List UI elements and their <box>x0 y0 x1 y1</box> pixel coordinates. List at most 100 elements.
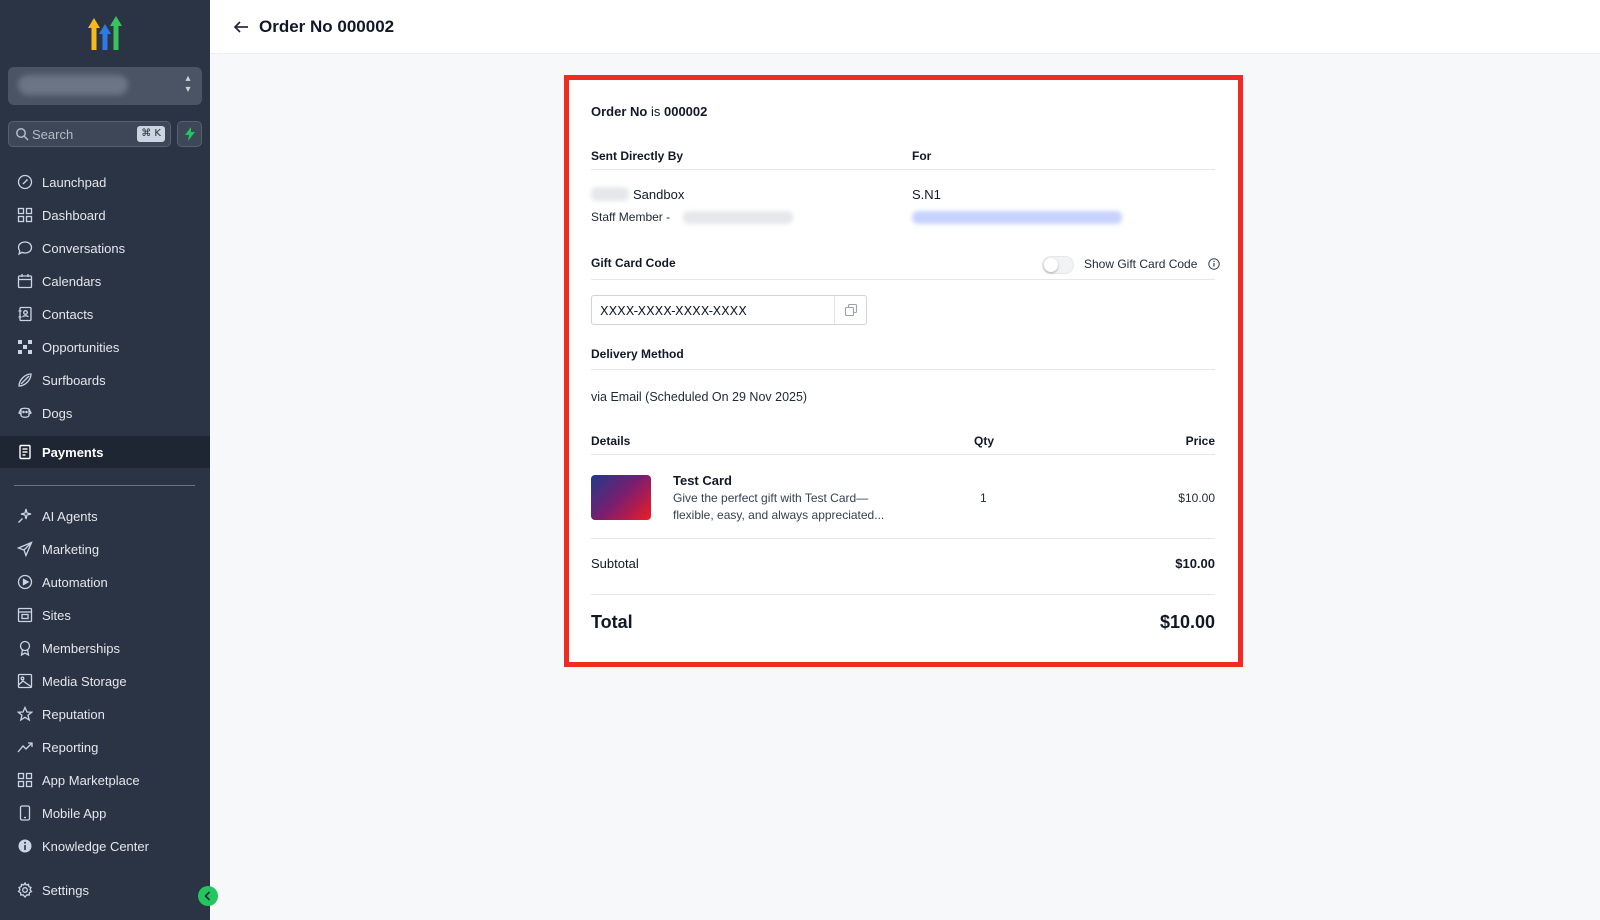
total-label: Total <box>591 612 633 632</box>
rocket-icon <box>16 173 34 191</box>
sidebar-item-label: Payments <box>42 444 104 460</box>
info-circle-icon[interactable] <box>1208 258 1220 270</box>
sidebar-item-label: Marketing <box>42 541 100 557</box>
sidebar-item-launchpad[interactable]: Launchpad <box>0 166 210 198</box>
sidebar-item-ai-agents[interactable]: AI Agents <box>0 500 210 532</box>
sidebar-item-label: Knowledge Center <box>42 838 149 854</box>
sent-by-label: Sent Directly By <box>591 149 684 163</box>
item-price: $10.00 <box>1178 491 1215 505</box>
sidebar-divider <box>14 485 195 486</box>
show-gift-card-code-toggle[interactable] <box>1042 256 1074 274</box>
staff-member-blurred <box>683 211 793 224</box>
send-icon <box>16 540 34 558</box>
account-switcher[interactable]: ▴ ▾ <box>8 67 202 105</box>
chevron-updown-icon: ▴ ▾ <box>185 73 191 95</box>
sidebar-item-label: Media Storage <box>42 673 127 689</box>
for-label: For <box>912 149 932 163</box>
sidebar-item-contacts[interactable]: Contacts <box>0 298 210 330</box>
sidebar-item-surfboards[interactable]: Surfboards <box>0 364 210 396</box>
sidebar-item-conversations[interactable]: Conversations <box>0 232 210 264</box>
sites-icon <box>16 606 34 624</box>
receipt-icon <box>16 443 34 461</box>
gift-card-thumbnail <box>591 475 651 520</box>
page-title: Order No 000002 <box>259 17 395 36</box>
subtotal-label: Subtotal <box>591 556 639 571</box>
sidebar-item-label: Mobile App <box>42 805 107 821</box>
sidebar-item-label: Dashboard <box>42 207 106 223</box>
page-header: Order No 000002 <box>210 0 1600 54</box>
sidebar-item-label: Automation <box>42 574 108 590</box>
quick-action-button[interactable] <box>177 121 202 147</box>
sidebar-item-calendars[interactable]: Calendars <box>0 265 210 297</box>
dog-icon <box>16 404 34 422</box>
surfboard-icon <box>16 371 34 389</box>
sidebar-item-label: Calendars <box>42 273 102 289</box>
sidebar-item-dogs[interactable]: Dogs <box>0 397 210 429</box>
qty-column-header: Qty <box>974 434 995 448</box>
search-shortcut: ⌘ K <box>137 126 165 142</box>
sender-name: Sandbox <box>633 187 685 202</box>
order-number: 000002 <box>663 104 708 119</box>
image-icon <box>16 672 34 690</box>
search-input[interactable]: Search ⌘ K <box>8 121 171 147</box>
back-arrow-icon[interactable] <box>232 17 252 37</box>
copy-icon <box>844 303 857 317</box>
gift-card-code-value: XXXX-XXXX-XXXX-XXXX <box>600 303 747 318</box>
sidebar-item-label: Sites <box>42 607 71 623</box>
subtotal-value: $10.00 <box>1175 556 1215 571</box>
order-is: is <box>650 104 661 119</box>
sidebar-item-label: Opportunities <box>42 339 120 355</box>
order-prefix: Order No <box>591 104 648 119</box>
total-value: $10.00 <box>1159 612 1215 632</box>
sidebar-item-reporting[interactable]: Reporting <box>0 731 210 763</box>
order-card: Order No is 000002 Sent Directly By For … <box>569 80 1238 662</box>
chevron-left-icon <box>204 891 211 901</box>
account-name-blurred <box>18 75 128 95</box>
sidebar-item-label: Settings <box>42 882 89 898</box>
search-icon <box>16 128 29 141</box>
item-description-line-2: flexible, easy, and always appreciated..… <box>673 508 885 522</box>
sidebar-item-label: Reputation <box>42 706 105 722</box>
sidebar-item-label: Reporting <box>42 739 99 755</box>
sidebar-item-sites[interactable]: Sites <box>0 599 210 631</box>
sidebar-item-opportunities[interactable]: Opportunities <box>0 331 210 363</box>
lightning-icon <box>185 127 195 141</box>
copy-button[interactable] <box>834 296 866 324</box>
divider <box>591 279 1215 280</box>
sidebar-item-payments[interactable]: Payments <box>0 436 210 468</box>
delivery-method-label: Delivery Method <box>591 347 684 361</box>
show-gift-card-code-label: Show Gift Card Code <box>1084 257 1198 271</box>
sidebar-item-reputation[interactable]: Reputation <box>0 698 210 730</box>
app-logo[interactable] <box>84 14 126 52</box>
network-icon <box>16 338 34 356</box>
divider <box>591 594 1215 595</box>
sidebar-item-dashboard[interactable]: Dashboard <box>0 199 210 231</box>
price-column-header: Price <box>1185 434 1215 448</box>
divider <box>591 538 1215 539</box>
sidebar-item-memberships[interactable]: Memberships <box>0 632 210 664</box>
calendar-icon <box>16 272 34 290</box>
toggle-knob <box>1044 258 1058 272</box>
gift-card-code-field[interactable]: XXXX-XXXX-XXXX-XXXX <box>591 295 867 325</box>
trend-icon <box>16 738 34 756</box>
sender-first-name-blurred <box>591 187 629 201</box>
automation-icon <box>16 573 34 591</box>
grid-icon <box>16 206 34 224</box>
chat-icon <box>16 239 34 257</box>
recipient-email-blurred[interactable] <box>912 211 1122 224</box>
sidebar-item-label: Memberships <box>42 640 121 656</box>
contacts-icon <box>16 305 34 323</box>
sidebar-item-knowledge-center[interactable]: Knowledge Center <box>0 830 210 862</box>
sidebar-item-media-storage[interactable]: Media Storage <box>0 665 210 697</box>
sidebar-item-label: Surfboards <box>42 372 106 388</box>
sidebar-item-marketing[interactable]: Marketing <box>0 533 210 565</box>
item-qty: 1 <box>980 491 987 505</box>
sidebar-item-mobile-app[interactable]: Mobile App <box>0 797 210 829</box>
sidebar-item-automation[interactable]: Automation <box>0 566 210 598</box>
sidebar-item-settings[interactable]: Settings <box>0 874 210 906</box>
recipient-name: S.N1 <box>912 187 941 202</box>
sidebar-item-app-marketplace[interactable]: App Marketplace <box>0 764 210 796</box>
sidebar: ▴ ▾ Search ⌘ K Launchpad Dashboard Conver… <box>0 0 210 920</box>
sidebar-item-label: AI Agents <box>42 508 98 524</box>
sidebar-collapse-button[interactable] <box>198 886 218 906</box>
